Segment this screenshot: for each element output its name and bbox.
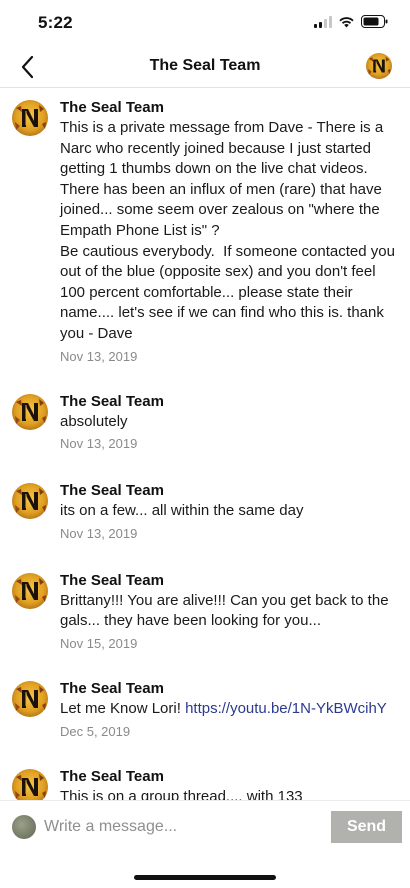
send-button[interactable]: Send bbox=[331, 811, 402, 843]
sender-avatar[interactable] bbox=[12, 681, 48, 717]
message-date: Nov 15, 2019 bbox=[60, 635, 138, 651]
message-item: The Seal Team This is a private message … bbox=[0, 88, 410, 365]
status-icons bbox=[314, 15, 388, 28]
message-input[interactable] bbox=[44, 813, 324, 841]
message-text: This is on a group thread.... with 133 bbox=[60, 787, 303, 801]
message-sender: The Seal Team bbox=[60, 482, 164, 500]
message-date: Nov 13, 2019 bbox=[60, 348, 138, 364]
message-item: The Seal Team its on a few... all within… bbox=[0, 452, 410, 542]
message-sender: The Seal Team bbox=[60, 571, 164, 589]
message-item: The Seal Team absolutely Nov 13, 2019 bbox=[0, 365, 410, 453]
message-thread[interactable]: The Seal Team This is a private message … bbox=[0, 88, 410, 800]
message-date: Dec 5, 2019 bbox=[60, 723, 131, 739]
message-sender: The Seal Team bbox=[60, 99, 164, 116]
message-date: Nov 13, 2019 bbox=[60, 436, 138, 452]
message-sender: The Seal Team bbox=[60, 392, 164, 410]
sender-avatar[interactable] bbox=[12, 573, 48, 609]
message-sender: The Seal Team bbox=[60, 767, 164, 785]
message-item: The Seal Team Brittany!!! You are alive!… bbox=[0, 542, 410, 652]
sender-avatar[interactable] bbox=[12, 100, 48, 136]
message-date: Nov 13, 2019 bbox=[60, 525, 138, 541]
message-sender: The Seal Team bbox=[60, 679, 164, 697]
wifi-icon bbox=[339, 17, 354, 28]
message-item: The Seal Team Let me Know Lori! https://… bbox=[0, 652, 410, 740]
status-time: 5:22 bbox=[38, 13, 73, 32]
status-bar: 5:22 bbox=[0, 0, 410, 44]
message-text: This is a private message from Dave - Th… bbox=[60, 119, 395, 342]
message-text: Let me Know Lori! https://youtu.be/1N-Yk… bbox=[60, 699, 398, 720]
nav-bar: The Seal Team bbox=[0, 44, 410, 88]
sender-avatar[interactable] bbox=[12, 769, 48, 801]
cellular-signal-icon bbox=[314, 15, 332, 28]
message-item: The Seal Team This is on a group thread.… bbox=[0, 740, 410, 801]
sender-avatar[interactable] bbox=[12, 394, 48, 430]
group-avatar[interactable] bbox=[366, 53, 392, 79]
sender-avatar[interactable] bbox=[12, 483, 48, 519]
message-text: Brittany!!! You are alive!!! Can you get… bbox=[60, 591, 393, 630]
message-link[interactable]: https://youtu.be/1N-YkBWcihY bbox=[185, 700, 387, 717]
message-composer: Send bbox=[0, 800, 410, 854]
home-indicator bbox=[134, 875, 276, 880]
message-text-content: Let me Know Lori! bbox=[60, 699, 186, 717]
message-text: absolutely bbox=[60, 412, 128, 430]
user-avatar bbox=[12, 815, 36, 839]
message-text: its on a few... all within the same day bbox=[60, 502, 304, 520]
page-title: The Seal Team bbox=[149, 57, 261, 74]
battery-icon bbox=[361, 15, 388, 28]
